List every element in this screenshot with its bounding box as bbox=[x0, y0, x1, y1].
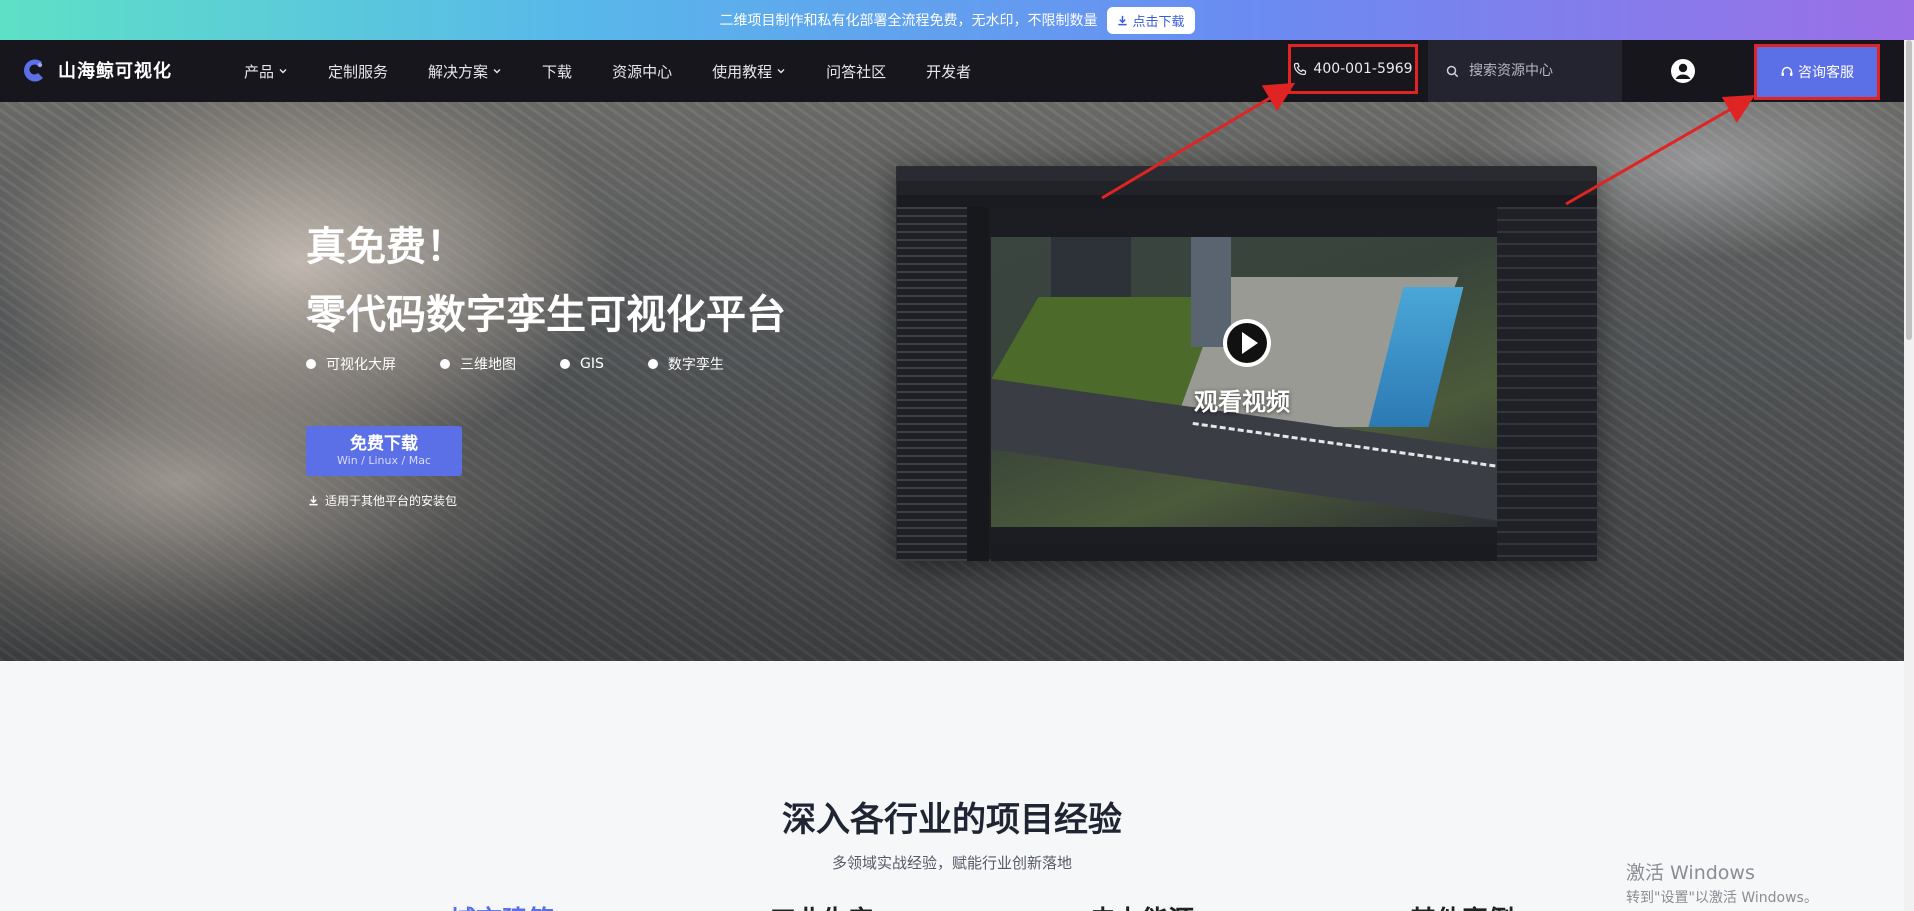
bullet-icon bbox=[306, 359, 316, 369]
bullet-icon bbox=[647, 359, 658, 369]
free-download-button[interactable]: 免费下载 Win / Linux / Mac bbox=[306, 426, 462, 476]
preview-tabbar bbox=[897, 167, 1597, 181]
other-packages-label: 适用于其他平台的安装包 bbox=[325, 494, 458, 508]
tab-urban-architecture[interactable]: 城市建筑 bbox=[450, 900, 554, 911]
nav-item-label: 资源中心 bbox=[612, 62, 673, 81]
phone-text: 400-001-5969 bbox=[1313, 61, 1413, 77]
industry-tabs: 城市建筑 工业生产 电力能源 其他案例 bbox=[400, 900, 1600, 911]
download-platforms: Win / Linux / Mac bbox=[337, 454, 431, 467]
nav-item-label: 定制服务 bbox=[328, 62, 389, 81]
nav-item-label: 下载 bbox=[542, 62, 573, 81]
hero-tag: 数字孪生 bbox=[647, 354, 724, 374]
nav-item-product[interactable]: 产品 bbox=[244, 61, 288, 82]
hero-section: 真免费！ 零代码数字孪生可视化平台 可视化大屏 三维地图 GIS 数字孪生 免费… bbox=[0, 102, 1904, 661]
hero-tag: GIS bbox=[560, 354, 604, 374]
nav-item-developer[interactable]: 开发者 bbox=[926, 61, 971, 82]
play-video-icon[interactable] bbox=[1220, 316, 1274, 370]
banner-text: 二维项目制作和私有化部署全流程免费，无水印，不限制数量 bbox=[719, 13, 1098, 29]
search-icon bbox=[1446, 65, 1459, 77]
whale-logo-icon bbox=[23, 59, 43, 82]
banner-download-button[interactable]: 点击下载 bbox=[1107, 6, 1195, 34]
hero-tag-label: 数字孪生 bbox=[667, 357, 724, 373]
user-icon bbox=[1671, 59, 1695, 83]
nav-item-custom-service[interactable]: 定制服务 bbox=[328, 61, 388, 82]
section-subtitle: 多领域实战经验，赋能行业创新落地 bbox=[831, 854, 1072, 872]
nav-item-tutorials[interactable]: 使用教程 bbox=[712, 61, 786, 82]
preview-layer-tree bbox=[897, 207, 967, 561]
scene-building bbox=[1051, 237, 1131, 297]
page-scrollbar-thumb[interactable] bbox=[1906, 40, 1912, 340]
download-icon bbox=[309, 495, 318, 506]
nav-item-label: 使用教程 bbox=[712, 62, 773, 81]
hero-subtitle: 零代码数字孪生可视化平台 bbox=[306, 292, 786, 338]
windows-activation-watermark: 激活 Windows 转到"设置"以激活 Windows。 bbox=[1626, 858, 1818, 907]
preview-property-panel bbox=[1497, 207, 1597, 561]
logo[interactable]: 山海鲸可视化 bbox=[20, 56, 172, 84]
nav-item-qa-community[interactable]: 问答社区 bbox=[826, 61, 886, 82]
bullet-icon bbox=[560, 359, 570, 369]
preview-toolbar bbox=[897, 195, 1597, 207]
preview-urlbar bbox=[897, 181, 1597, 195]
phone-icon bbox=[1294, 62, 1307, 76]
nav-item-solutions[interactable]: 解决方案 bbox=[428, 61, 502, 82]
tab-power-energy[interactable]: 电力能源 bbox=[1090, 900, 1194, 911]
nav-item-label: 开发者 bbox=[926, 62, 972, 81]
section-title: 深入各行业的项目经验 bbox=[782, 800, 1122, 840]
preview-icon-column bbox=[967, 207, 989, 561]
free-download-label: 免费下载 bbox=[350, 434, 418, 454]
chevron-down-icon bbox=[493, 69, 501, 74]
chevron-down-icon bbox=[279, 69, 287, 74]
search-box[interactable] bbox=[1428, 40, 1622, 102]
logo-text: 山海鲸可视化 bbox=[58, 61, 172, 82]
nav-item-download[interactable]: 下载 bbox=[542, 61, 572, 82]
consult-label: 咨询客服 bbox=[1798, 65, 1854, 81]
watermark-line2: 转到"设置"以激活 Windows。 bbox=[1626, 890, 1818, 906]
hero-tag-label: 可视化大屏 bbox=[326, 357, 396, 373]
tab-other-cases[interactable]: 其他案例 bbox=[1410, 900, 1514, 911]
headset-icon bbox=[1781, 66, 1793, 76]
search-input[interactable] bbox=[1467, 62, 1617, 80]
tab-industrial-production[interactable]: 工业生产 bbox=[770, 900, 874, 911]
nav-item-label: 产品 bbox=[244, 62, 275, 81]
download-icon bbox=[1118, 15, 1128, 25]
nav-item-resources[interactable]: 资源中心 bbox=[612, 61, 672, 82]
phone-number[interactable]: 400-001-5969 bbox=[1288, 44, 1418, 94]
hero-title: 真免费！ bbox=[306, 224, 466, 270]
main-nav: 山海鲸可视化 产品 定制服务 解决方案 下载 资源中心 使用教程 问答社区 开发… bbox=[0, 40, 1904, 102]
bullet-icon bbox=[440, 359, 450, 369]
other-platform-packages-link[interactable]: 适用于其他平台的安装包 bbox=[308, 492, 457, 509]
hero-tag: 可视化大屏 bbox=[306, 354, 396, 374]
top-banner: 二维项目制作和私有化部署全流程免费，无水印，不限制数量 点击下载 bbox=[0, 0, 1914, 40]
preview-statusbar bbox=[991, 545, 1497, 561]
chevron-down-icon bbox=[777, 69, 785, 74]
hero-tag-label: 三维地图 bbox=[460, 357, 516, 373]
hero-tags: 可视化大屏 三维地图 GIS 数字孪生 bbox=[306, 354, 724, 374]
nav-item-label: 解决方案 bbox=[428, 62, 489, 81]
consult-service-button[interactable]: 咨询客服 bbox=[1754, 44, 1880, 100]
watermark-line1: 激活 Windows bbox=[1626, 862, 1755, 884]
hero-tag-label: GIS bbox=[580, 356, 604, 372]
hero-tag: 三维地图 bbox=[440, 354, 516, 374]
banner-download-label: 点击下载 bbox=[1132, 14, 1185, 30]
nav-item-label: 问答社区 bbox=[826, 62, 887, 81]
watch-video-label[interactable]: 观看视频 bbox=[1194, 382, 1290, 417]
avatar[interactable] bbox=[1670, 58, 1696, 84]
nav-menu: 产品 定制服务 解决方案 下载 资源中心 使用教程 问答社区 开发者 bbox=[244, 40, 1011, 102]
